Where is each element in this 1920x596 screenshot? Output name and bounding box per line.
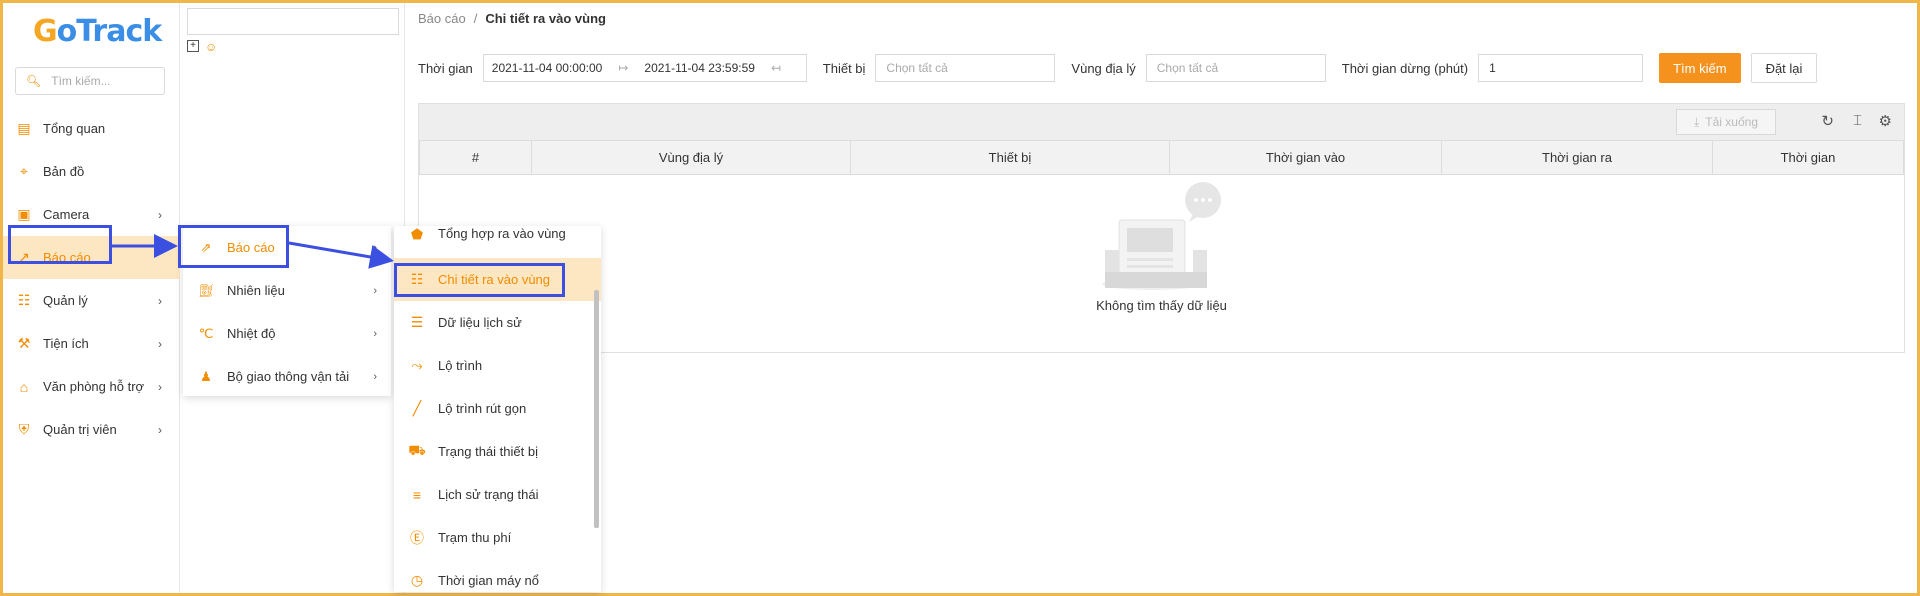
- arrow-2: [288, 241, 394, 269]
- annotation-arrows: [112, 234, 394, 269]
